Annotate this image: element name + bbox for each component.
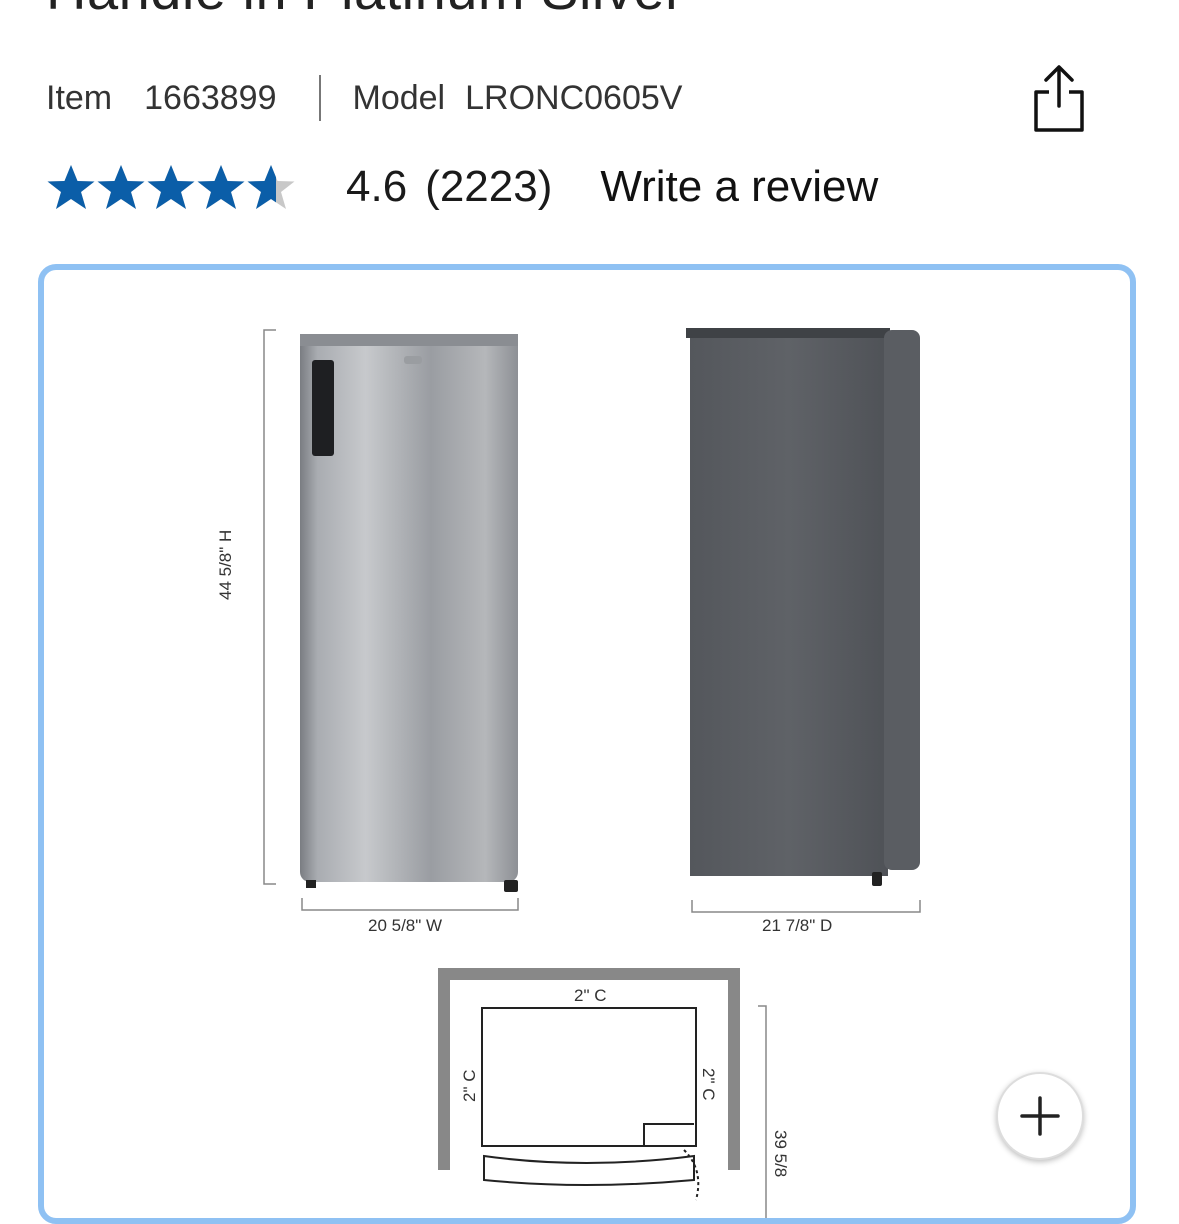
clearance-left-label: 2" C (460, 1069, 479, 1103)
product-meta: Item 1663899 Model LRONC0605V (46, 75, 683, 121)
zoom-button[interactable] (996, 1072, 1084, 1160)
width-label: 20 5/8" W (368, 916, 443, 935)
clearance-right-label: 2" C (699, 1068, 718, 1101)
write-review-link[interactable]: Write a review (600, 162, 878, 212)
plus-icon (1020, 1096, 1060, 1136)
product-title: Handle in Platinum Silver (46, 0, 684, 20)
star-icon (247, 165, 295, 209)
bottom-dimension-label: 39 5/8 (771, 1130, 790, 1178)
meta-divider (318, 75, 321, 121)
model-number: LRONC0605V (465, 78, 683, 117)
star-icon (197, 165, 245, 209)
rating-count[interactable]: (2223) (425, 162, 552, 212)
star-icon (97, 165, 145, 209)
item-label: Item (46, 78, 113, 117)
depth-label: 21 7/8" D (762, 916, 833, 935)
fridge-dimension-drawing (263, 328, 921, 1218)
rating-value: 4.6 (346, 162, 408, 211)
share-icon[interactable] (1030, 64, 1088, 134)
item-number: 1663899 (144, 78, 277, 117)
star-icon (147, 165, 195, 209)
height-label: 44 5/8" H (216, 529, 235, 600)
star-icon (47, 165, 95, 209)
dimension-diagram: 44 5/8" H 20 5/8" W 21 7/8" D 2" C 2" C … (44, 270, 1130, 1218)
clearance-top-label: 2" C (574, 986, 607, 1005)
product-image-viewer[interactable]: 44 5/8" H 20 5/8" W 21 7/8" D 2" C 2" C … (38, 264, 1136, 1224)
rating-row: 4.6 (2223) Write a review (46, 160, 878, 214)
model-label: Model (352, 78, 446, 117)
star-rating (46, 163, 298, 211)
